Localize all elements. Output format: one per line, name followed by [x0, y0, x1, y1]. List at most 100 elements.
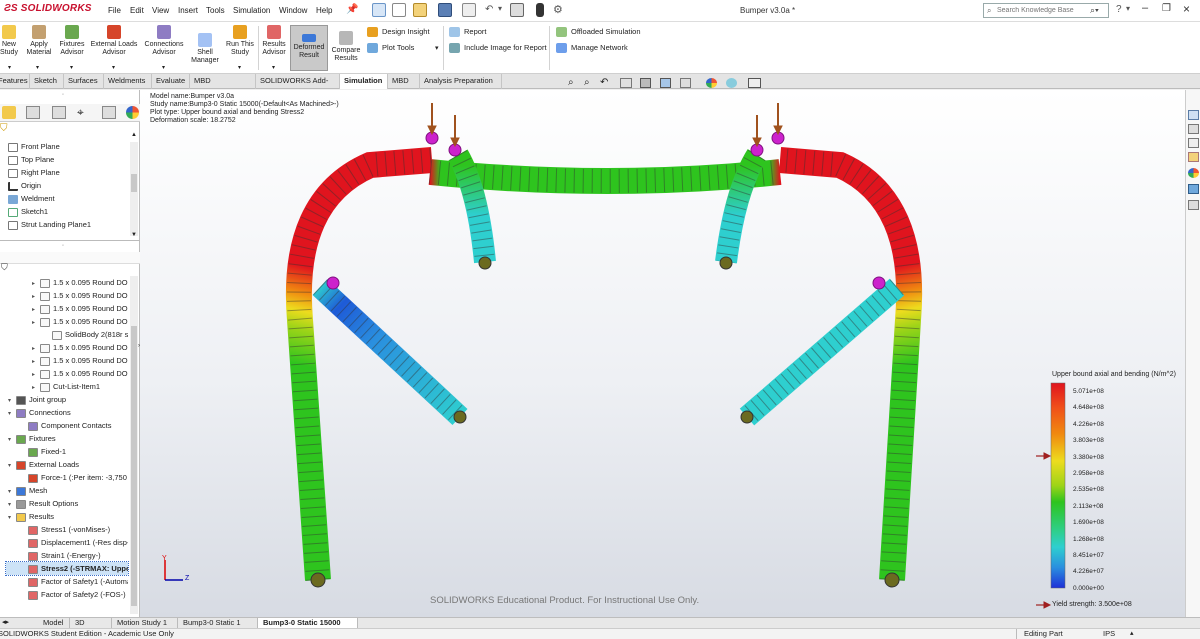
tree-item[interactable]: ▸ 1.5 x 0.095 Round DOM [6, 367, 128, 380]
plot-tools-dropdown-icon[interactable]: ▾ [435, 44, 439, 52]
units-dropdown-icon[interactable]: ▴ [1130, 629, 1134, 639]
maximize-icon[interactable]: ❐ [1162, 3, 1171, 14]
tree-top-scrollbar[interactable] [130, 142, 138, 236]
expand-arrow-icon[interactable]: ▾ [8, 512, 16, 523]
view-settings-icon[interactable] [748, 78, 761, 88]
property-manager-tab-icon[interactable] [26, 106, 40, 119]
apply-scene-icon[interactable] [726, 78, 737, 88]
tab-weldments[interactable]: Weldments [104, 74, 152, 89]
tree-item[interactable]: ▸ 1.5 x 0.095 Round DOM [6, 302, 128, 315]
scroll-down-icon[interactable]: ▼ [131, 232, 137, 238]
pin-icon[interactable]: 📌 [346, 4, 358, 15]
menu-file[interactable]: File [108, 6, 121, 15]
menu-simulation[interactable]: Simulation [233, 6, 270, 15]
simulation-tree-scrollbar[interactable] [130, 276, 138, 614]
search-input[interactable] [997, 5, 1089, 16]
panel-collapse-icon[interactable]: ◦ [62, 92, 64, 98]
custom-properties-icon[interactable] [1188, 184, 1199, 194]
close-icon[interactable]: × [1183, 2, 1190, 16]
tree-item[interactable]: ▾ Connections [6, 406, 128, 419]
file-explorer-icon[interactable] [1188, 138, 1199, 148]
tree-item[interactable]: ▸ 1.5 x 0.095 Round DOM [6, 276, 128, 289]
include-image-button[interactable]: Include Image for Report [449, 43, 547, 54]
menu-view[interactable]: View [152, 6, 169, 15]
home-icon[interactable] [372, 3, 386, 17]
view-orientation-icon[interactable] [640, 78, 651, 88]
menu-edit[interactable]: Edit [130, 6, 144, 15]
tree-item[interactable]: Fixed-1 [6, 445, 128, 458]
tree-item[interactable]: Stress2 (-STRMAX: Upper [5, 561, 129, 576]
settings-gear-icon[interactable]: ⚙ [553, 3, 563, 16]
chevron-down-icon[interactable]: ▾ [498, 4, 502, 13]
chevron-down-icon[interactable]: ▾ [272, 64, 275, 71]
tab-simulation[interactable]: Simulation [340, 74, 388, 89]
graphics-viewport[interactable]: Model name:Bumper v3.0a Study name:Bump3… [140, 90, 1185, 617]
configuration-manager-tab-icon[interactable] [52, 106, 66, 119]
filter-icon[interactable]: ⛉ [0, 123, 8, 134]
expand-arrow-icon[interactable]: ▸ [32, 291, 40, 302]
tree-item[interactable]: ▾ Fixtures [6, 432, 128, 445]
chevron-down-icon[interactable]: ▾ [36, 64, 39, 71]
menu-help[interactable]: Help [316, 6, 332, 15]
tree-item-strut-landing-plane[interactable]: Strut Landing Plane1 [8, 218, 130, 231]
tab-evaluate[interactable]: Evaluate [152, 74, 190, 89]
select-arrow-icon[interactable] [510, 3, 524, 17]
tree-item[interactable]: ▸ 1.5 x 0.095 Round DOM [6, 354, 128, 367]
tab-solidworks-addins[interactable]: SOLIDWORKS Add-Ins [256, 74, 340, 99]
chevron-down-icon[interactable]: ▾ [162, 64, 165, 71]
tree-item[interactable]: ▸ 1.5 x 0.095 Round DOM [6, 289, 128, 302]
tree-item[interactable]: Component Contacts [6, 419, 128, 432]
chevron-down-icon[interactable]: ▾ [238, 64, 241, 71]
expand-arrow-icon[interactable]: ▾ [8, 460, 16, 471]
previous-view-icon[interactable]: ↶ [600, 77, 608, 88]
tree-item[interactable]: SolidBody 2(818r s [6, 328, 128, 341]
tab-scroll-icon[interactable]: ◂▸ [2, 618, 9, 626]
tab-mbd[interactable]: MBD [388, 74, 420, 89]
plot-tools-button[interactable]: Plot Tools [367, 43, 414, 54]
scrollbar-thumb[interactable] [131, 326, 137, 606]
tree-item[interactable]: ▸ 1.5 x 0.095 Round DOM [6, 341, 128, 354]
tree-item-origin[interactable]: Origin [8, 179, 130, 192]
tree-item[interactable]: ▾ Results [6, 510, 128, 523]
scroll-up-icon[interactable]: ▲ [131, 132, 137, 138]
undo-icon[interactable]: ↶ [485, 4, 493, 15]
dimxpert-tab-icon[interactable]: ⌖ [77, 105, 84, 120]
splitter-grip-icon[interactable]: ◦ [62, 243, 64, 249]
design-insight-button[interactable]: Design Insight [367, 27, 430, 38]
expand-arrow-icon[interactable]: ▸ [32, 278, 40, 289]
view-palette-icon[interactable] [1188, 152, 1199, 162]
display-manager-tab-icon[interactable] [102, 106, 116, 119]
tree-item[interactable]: Strain1 (-Energy-) [6, 549, 128, 562]
tab-features[interactable]: Features [0, 74, 30, 89]
design-library-icon[interactable] [1188, 124, 1199, 134]
feature-manager-tab-icon[interactable] [2, 106, 16, 119]
panel-splitter[interactable] [0, 240, 140, 241]
offloaded-simulation-button[interactable]: Offloaded Simulation [556, 27, 641, 38]
expand-arrow-icon[interactable]: ▾ [8, 486, 16, 497]
tree-item[interactable]: Force-1 (:Per item: -3,750 lb [6, 471, 128, 484]
tree-item[interactable]: ▸ Cut-List-Item1 [6, 380, 128, 393]
menu-tools[interactable]: Tools [206, 6, 225, 15]
minimize-icon[interactable]: – [1142, 2, 1148, 14]
expand-arrow-icon[interactable]: ▾ [8, 434, 16, 445]
expand-arrow-icon[interactable]: ▾ [8, 408, 16, 419]
scrollbar-thumb[interactable] [131, 174, 137, 192]
tree-item-sketch1[interactable]: Sketch1 [8, 205, 130, 218]
help-question-icon[interactable]: ? [1116, 4, 1122, 15]
new-document-icon[interactable] [392, 3, 406, 17]
menu-insert[interactable]: Insert [178, 6, 198, 15]
tree-item[interactable]: ▾ Joint group [6, 393, 128, 406]
tree-item[interactable]: ▸ 1.5 x 0.095 Round DOM [6, 315, 128, 328]
hide-show-items-icon[interactable] [680, 78, 691, 88]
tree-item[interactable]: Factor of Safety2 (-FOS-) [6, 588, 128, 601]
compare-results-button[interactable]: Compare Results [330, 25, 362, 71]
expand-arrow-icon[interactable]: ▾ [8, 499, 16, 510]
edit-appearance-icon[interactable] [706, 78, 717, 88]
tab-surfaces[interactable]: Surfaces [64, 74, 104, 89]
expand-arrow-icon[interactable]: ▸ [32, 317, 40, 328]
search-go-icon[interactable]: ⌕▾ [1090, 5, 1099, 16]
report-button[interactable]: Report [449, 27, 487, 38]
search-box[interactable]: ⌕ ⌕▾ [983, 3, 1109, 18]
solidworks-forum-icon[interactable] [1188, 200, 1199, 210]
tree-item-weldment[interactable]: Weldment [8, 192, 130, 205]
